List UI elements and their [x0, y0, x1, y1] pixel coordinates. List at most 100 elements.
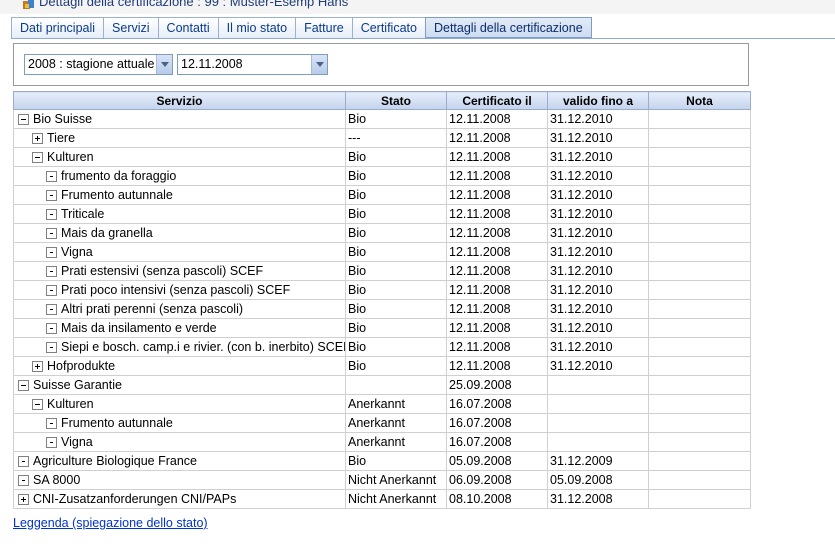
tab-il-mio-stato[interactable]: Il mio stato — [217, 17, 296, 38]
cell-nota — [648, 489, 751, 509]
cell-certificato-il: 12.11.2008 — [446, 128, 548, 148]
cell-stato: Bio — [345, 242, 447, 262]
season-select[interactable]: 2008 : stagione attuale — [24, 54, 173, 75]
cell-servizio: Kulturen — [13, 147, 346, 167]
table-row[interactable]: Vigna Bio 12.11.2008 31.12.2010 — [13, 242, 751, 262]
date-select[interactable]: 12.11.2008 — [177, 54, 328, 75]
table-row[interactable]: Prati estensivi (senza pascoli) SCEF Bio 1… — [13, 261, 751, 281]
cell-nota — [648, 451, 751, 471]
table-row[interactable]: Frumento autunnale Bio 12.11.2008 31.12.201… — [13, 185, 751, 205]
legend-link[interactable]: Leggenda (spiegazione dello stato) — [13, 516, 208, 530]
chevron-down-icon[interactable] — [311, 55, 327, 74]
cell-servizio: Mais da granella — [13, 223, 346, 243]
cell-certificato-il: 12.11.2008 — [446, 185, 548, 205]
cell-certificato-il: 12.11.2008 — [446, 280, 548, 300]
cell-valido-fino-a: 31.12.2010 — [547, 280, 649, 300]
cell-nota — [648, 318, 751, 338]
cell-nota — [648, 375, 751, 395]
tab-dati-principali[interactable]: Dati principali — [11, 17, 104, 38]
expand-icon[interactable] — [18, 493, 29, 505]
cell-servizio: Hofprodukte — [13, 356, 346, 376]
cell-nota — [648, 356, 751, 376]
service-name: frumento da foraggio — [61, 169, 177, 183]
expand-icon[interactable] — [32, 132, 43, 144]
table-row[interactable]: Suisse Garantie 25.09.2008 — [13, 375, 751, 395]
leaf-node-icon — [46, 303, 57, 315]
leaf-node-icon — [46, 341, 57, 353]
service-name: Hofprodukte — [47, 359, 116, 373]
table-row[interactable]: SA 8000 Nicht Anerkannt 06.09.2008 05.09.20… — [13, 470, 751, 490]
collapse-icon[interactable] — [32, 398, 43, 410]
table-row[interactable]: Kulturen Anerkannt 16.07.2008 — [13, 394, 751, 414]
table-row[interactable]: frumento da foraggio Bio 12.11.2008 31.12.2… — [13, 166, 751, 186]
service-name: Prati estensivi (senza pascoli) SCEF — [61, 264, 264, 278]
cell-nota — [648, 261, 751, 281]
service-name: Tiere — [47, 131, 76, 145]
tab-bar: Dati principali Servizi Contatti Il mio … — [11, 17, 592, 38]
cell-servizio: Vigna — [13, 242, 346, 262]
tab-divider — [11, 38, 835, 39]
table-row[interactable]: Triticale Bio 12.11.2008 31.12.2010 — [13, 204, 751, 224]
leaf-node-icon — [46, 284, 57, 296]
column-header-servizio[interactable]: Servizio — [13, 91, 346, 110]
tab-servizi[interactable]: Servizi — [103, 17, 158, 38]
service-name: Mais da insilamento e verde — [61, 321, 217, 335]
table-row[interactable]: Frumento autunnale Anerkannt 16.07.2008 — [13, 413, 751, 433]
service-name: Mais da granella — [61, 226, 153, 240]
leaf-node-icon — [46, 265, 57, 277]
tab-contatti[interactable]: Contatti — [157, 17, 218, 38]
table-row[interactable]: Bio Suisse Bio 12.11.2008 31.12.2010 — [13, 109, 751, 129]
table-row[interactable]: Tiere --- 12.11.2008 31.12.2010 — [13, 128, 751, 148]
leaf-node-icon — [18, 455, 29, 467]
expand-icon[interactable] — [32, 360, 43, 372]
tab-certificato[interactable]: Certificato — [351, 17, 425, 38]
window-title-bar: Dettagli della certificazione : 99 : Mus… — [0, 0, 835, 14]
collapse-icon[interactable] — [18, 379, 29, 391]
leaf-node-icon — [46, 189, 57, 201]
cell-certificato-il: 16.07.2008 — [446, 432, 548, 452]
tab-dettagli-certificazione[interactable]: Dettagli della certificazione — [424, 17, 592, 38]
cell-stato: Bio — [345, 223, 447, 243]
service-name: Triticale — [61, 207, 105, 221]
table-row[interactable]: Siepi e bosch. camp.i e rivier. (con b. … — [13, 337, 751, 357]
table-row[interactable]: Agriculture Biologique France Bio 05.09.20… — [13, 451, 751, 471]
table-row[interactable]: Hofprodukte Bio 12.11.2008 31.12.2010 — [13, 356, 751, 376]
leaf-node-icon — [46, 208, 57, 220]
service-name: Kulturen — [47, 150, 94, 164]
service-name: Frumento autunnale — [61, 188, 173, 202]
column-header-valido-fino-a[interactable]: valido fino a — [547, 91, 649, 110]
cell-nota — [648, 128, 751, 148]
cell-valido-fino-a: 31.12.2010 — [547, 318, 649, 338]
cell-stato: Bio — [345, 204, 447, 224]
column-header-nota[interactable]: Nota — [648, 91, 751, 110]
collapse-icon[interactable] — [32, 151, 43, 163]
cell-servizio: Prati poco intensivi (senza pascoli) SCE… — [13, 280, 346, 300]
column-header-certificato-il[interactable]: Certificato il — [446, 91, 548, 110]
cell-stato: Nicht Anerkannt — [345, 489, 447, 509]
cell-certificato-il: 16.07.2008 — [446, 413, 548, 433]
cell-certificato-il: 12.11.2008 — [446, 242, 548, 262]
chevron-down-icon[interactable] — [156, 55, 172, 74]
column-header-stato[interactable]: Stato — [345, 91, 447, 110]
tab-fatture[interactable]: Fatture — [295, 17, 352, 38]
cell-servizio: Triticale — [13, 204, 346, 224]
table-row[interactable]: Mais da granella Bio 12.11.2008 31.12.2010 — [13, 223, 751, 243]
cell-valido-fino-a — [547, 432, 649, 452]
table-row[interactable]: CNI-Zusatzanforderungen CNI/PAPs Nicht An… — [13, 489, 751, 509]
service-name: Frumento autunnale — [61, 416, 173, 430]
leaf-node-icon — [18, 474, 29, 486]
table-row[interactable]: Mais da insilamento e verde Bio 12.11.2008… — [13, 318, 751, 338]
service-name: Agriculture Biologique France — [33, 454, 197, 468]
table-row[interactable]: Altri prati perenni (senza pascoli) Bio 12… — [13, 299, 751, 319]
table-row[interactable]: Prati poco intensivi (senza pascoli) SCE… — [13, 280, 751, 300]
cell-certificato-il: 16.07.2008 — [446, 394, 548, 414]
date-select-value: 12.11.2008 — [181, 57, 243, 71]
cell-certificato-il: 12.11.2008 — [446, 356, 548, 376]
collapse-icon[interactable] — [18, 113, 29, 125]
table-row[interactable]: Kulturen Bio 12.11.2008 31.12.2010 — [13, 147, 751, 167]
table-row[interactable]: Vigna Anerkannt 16.07.2008 — [13, 432, 751, 452]
service-name: Suisse Garantie — [33, 378, 122, 392]
cell-servizio: Kulturen — [13, 394, 346, 414]
cell-valido-fino-a: 31.12.2009 — [547, 451, 649, 471]
cell-nota — [648, 166, 751, 186]
